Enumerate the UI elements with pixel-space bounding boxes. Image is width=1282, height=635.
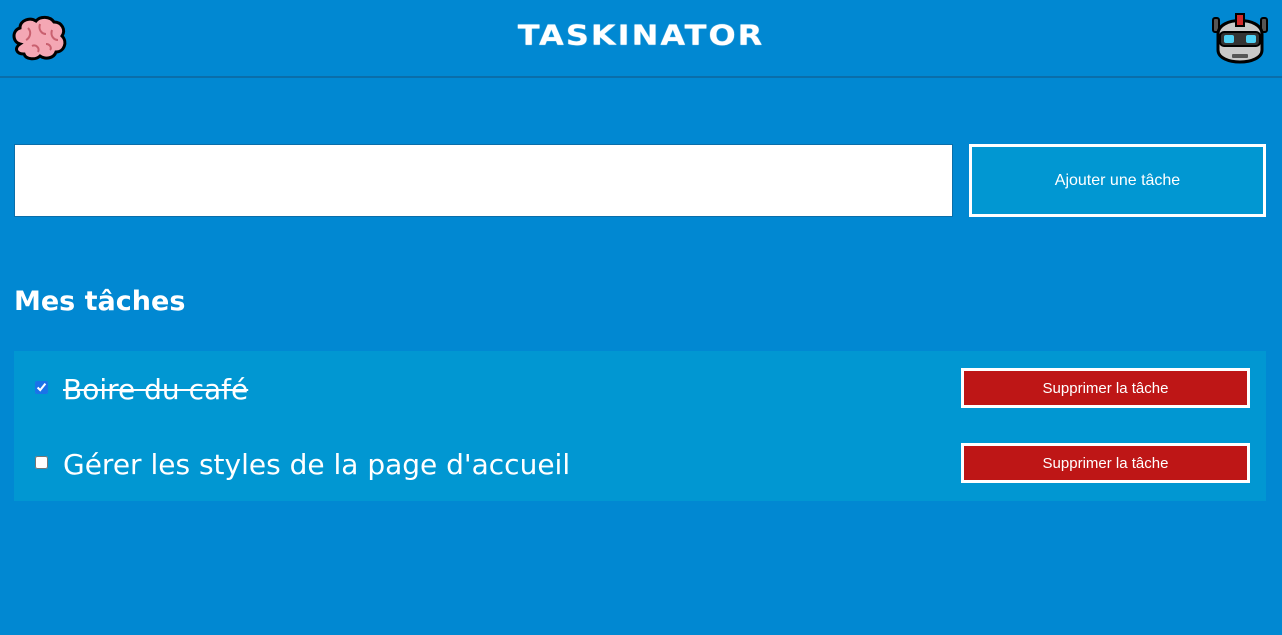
task-done-checkbox[interactable] bbox=[35, 381, 48, 394]
app-header: TASKINATOR bbox=[0, 0, 1282, 78]
task-label: Gérer les styles de la page d'accueil bbox=[63, 448, 571, 481]
delete-task-button[interactable]: Supprimer la tâche bbox=[961, 368, 1250, 408]
task-list: Boire du café Supprimer la tâche Gérer l… bbox=[14, 351, 1266, 501]
delete-task-button[interactable]: Supprimer la tâche bbox=[961, 443, 1250, 483]
new-task-input[interactable] bbox=[14, 144, 953, 217]
add-task-button[interactable]: Ajouter une tâche bbox=[969, 144, 1266, 217]
app-title: TASKINATOR bbox=[517, 18, 765, 52]
task-row: Gérer les styles de la page d'accueil Su… bbox=[14, 426, 1266, 501]
task-row: Boire du café Supprimer la tâche bbox=[14, 351, 1266, 426]
task-label: Boire du café bbox=[63, 373, 249, 406]
tasks-section-title: Mes tâches bbox=[14, 286, 186, 317]
robot-icon[interactable] bbox=[1210, 10, 1270, 70]
task-done-checkbox[interactable] bbox=[35, 456, 48, 469]
